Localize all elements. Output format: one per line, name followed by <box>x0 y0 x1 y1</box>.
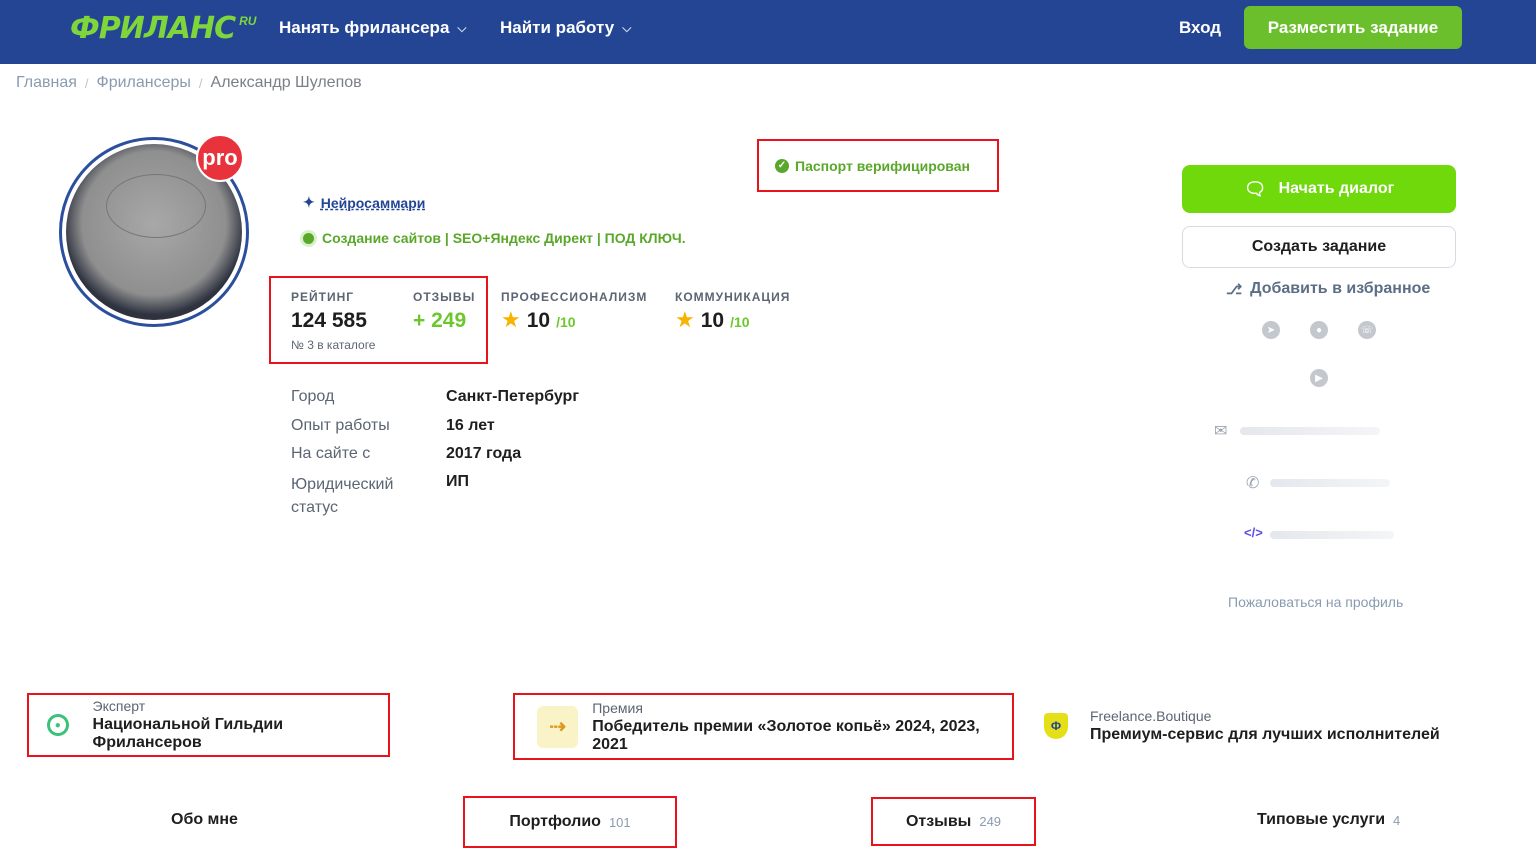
tab-reviews-label: Отзывы <box>905 812 972 830</box>
create-task-button[interactable]: Создать задание <box>1182 226 1456 268</box>
golden-spear-icon: ⇢ <box>537 705 579 748</box>
tab-reviews[interactable]: Отзывы 249 <box>871 797 1036 846</box>
professionalism-value: 10 <box>526 309 551 332</box>
communication-score: ★ 10 /10 <box>675 307 750 333</box>
tab-portfolio[interactable]: Портфолио 101 <box>463 796 677 848</box>
communication-value: 10 <box>700 309 725 332</box>
professionalism-max: /10 <box>556 314 576 330</box>
nav-find-work-label: Найти работу <box>500 18 615 37</box>
golden-spear-badge[interactable]: ⇢ Премия Победитель премии «Золотое копь… <box>513 693 1014 760</box>
star-icon: ★ <box>501 307 521 332</box>
reviews-value[interactable]: + 249 <box>413 309 466 333</box>
star-icon: ★ <box>675 307 695 332</box>
info-city-key: Город <box>291 388 335 405</box>
guild-badge-subtitle: Эксперт <box>92 698 146 714</box>
breadcrumb-separator: / <box>84 75 89 91</box>
freelance-boutique-badge[interactable]: Ф Freelance.Boutique Премиум-сервис для … <box>1044 700 1444 752</box>
rating-label: РЕЙТИНГ <box>291 290 355 304</box>
chat-bubble-icon: 🗨 <box>1243 178 1267 199</box>
reviews-label: ОТЗЫВЫ <box>413 290 476 304</box>
mail-icon: ✉ <box>1214 423 1228 440</box>
boutique-title: Премиум-сервис для лучших исполнителей <box>1090 726 1440 743</box>
chevron-down-icon: ⌵ <box>622 20 632 35</box>
guild-badge-title: Национальной Гильдии Фрилансеров <box>92 716 284 751</box>
logo-text: ФРИЛАНС <box>70 10 236 46</box>
vk-icon[interactable]: ● <box>1310 321 1328 339</box>
tab-about-label: Обо мне <box>171 811 238 828</box>
nav-hire-label: Нанять фрилансера <box>279 18 450 37</box>
chevron-down-icon: ⌵ <box>457 20 467 35</box>
start-dialog-button[interactable]: 🗨 Начать диалог <box>1182 165 1456 213</box>
tab-portfolio-count: 101 <box>608 814 631 830</box>
breadcrumb-separator: / <box>198 75 203 91</box>
rating-catalog-position: № 3 в каталоге <box>291 338 376 352</box>
golden-spear-subtitle: Премия <box>592 699 643 716</box>
online-dot-icon <box>303 232 314 244</box>
complain-link[interactable]: Пожаловаться на профиль <box>1228 594 1403 610</box>
verified-label: Паспорт верифицирован <box>795 157 970 174</box>
sparkle-icon: ✦ <box>303 194 315 210</box>
website-blurred <box>1270 531 1394 539</box>
info-since-key: На сайте с <box>291 445 371 462</box>
communication-max: /10 <box>730 314 750 330</box>
info-city-value: Санкт-Петербург <box>446 388 579 405</box>
specialization: Создание сайтов | SEO+Яндекс Директ | ПО… <box>303 230 686 246</box>
info-legal-status-value: ИП <box>446 473 469 490</box>
tab-reviews-count: 249 <box>979 814 1002 829</box>
avatar-blurred-face <box>106 174 206 238</box>
professionalism-score: ★ 10 /10 <box>501 307 576 333</box>
add-favorite-link[interactable]: ⎇ Добавить в избранное <box>1226 280 1430 298</box>
info-experience-value: 16 лет <box>446 417 495 434</box>
communication-label: КОММУНИКАЦИЯ <box>675 290 791 304</box>
specialization-text: Создание сайтов | SEO+Яндекс Директ | ПО… <box>322 230 686 246</box>
guild-icon: ● <box>47 714 69 736</box>
add-favorite-label: Добавить в избранное <box>1250 280 1431 297</box>
bookmark-icon: ⎇ <box>1226 280 1243 297</box>
pro-badge: pro <box>196 134 244 182</box>
tab-about[interactable]: Обо мне <box>171 811 238 829</box>
youtube-icon[interactable]: ▶ <box>1310 369 1328 387</box>
nav-hire-freelancer[interactable]: Нанять фрилансера ⌵ <box>279 18 467 38</box>
logo-suffix: RU <box>239 14 257 28</box>
start-dialog-label: Начать диалог <box>1278 180 1395 197</box>
email-blurred <box>1240 427 1380 435</box>
whatsapp-icon[interactable]: ☏ <box>1358 321 1376 339</box>
phone-blurred <box>1270 479 1390 487</box>
tab-services-count: 4 <box>1393 812 1401 828</box>
passport-verified-badge: ✓ Паспорт верифицирован <box>757 139 999 192</box>
guild-expert-badge[interactable]: ● Эксперт Национальной Гильдии Фрилансер… <box>27 693 390 757</box>
telegram-icon[interactable]: ➤ <box>1262 321 1280 339</box>
tab-services[interactable]: Типовые услуги 4 <box>1257 811 1400 829</box>
nav-find-work[interactable]: Найти работу ⌵ <box>500 18 631 38</box>
post-task-button[interactable]: Разместить задание <box>1244 6 1462 49</box>
site-logo[interactable]: ФРИЛАНС RU <box>70 10 256 46</box>
tab-portfolio-label: Портфолио <box>509 813 601 830</box>
info-experience-key: Опыт работы <box>291 417 390 434</box>
boutique-shield-icon: Ф <box>1044 713 1068 739</box>
login-link[interactable]: Вход <box>1179 18 1221 38</box>
breadcrumb-home[interactable]: Главная <box>16 74 77 92</box>
tab-services-label: Типовые услуги <box>1257 811 1386 828</box>
phone-icon: ✆ <box>1246 475 1260 492</box>
top-navigation-bar: ФРИЛАНС RU Нанять фрилансера ⌵ Найти раб… <box>0 0 1536 64</box>
code-icon: </> <box>1244 525 1263 540</box>
breadcrumb-freelancers[interactable]: Фрилансеры <box>97 74 191 92</box>
info-legal-status-key: Юридический статус <box>291 476 394 516</box>
breadcrumb: Главная / Фрилансеры / Александр Шулепов <box>16 74 362 92</box>
boutique-subtitle: Freelance.Boutique <box>1090 708 1212 724</box>
neuro-summary-label: Нейросаммари <box>320 194 426 211</box>
check-icon: ✓ <box>775 158 789 173</box>
professionalism-label: ПРОФЕССИОНАЛИЗМ <box>501 290 648 304</box>
info-since-value: 2017 года <box>446 445 522 462</box>
golden-spear-title: Победитель премии «Золотое копьё» 2024, … <box>592 717 980 753</box>
rating-value: 124 585 <box>291 309 367 332</box>
breadcrumb-current: Александр Шулепов <box>210 74 362 91</box>
neuro-summary-link[interactable]: ✦ Нейросаммари <box>303 194 425 211</box>
